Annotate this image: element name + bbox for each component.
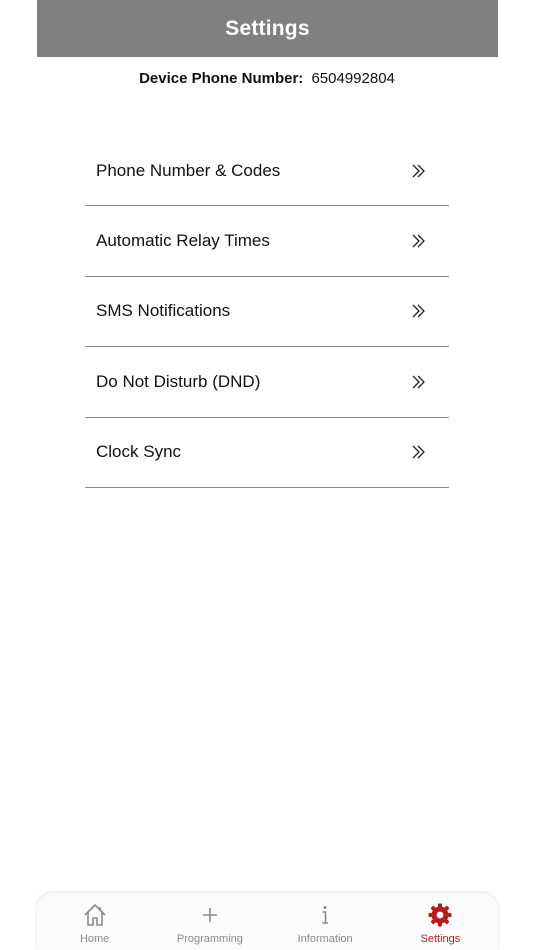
settings-menu: Phone Number & Codes Automatic Relay Tim… — [85, 137, 449, 488]
tab-information[interactable]: Information — [268, 893, 383, 950]
tab-label: Home — [79, 933, 110, 945]
double-chevron-right-icon — [412, 375, 425, 389]
double-chevron-right-icon — [412, 445, 425, 459]
home-icon — [84, 904, 106, 926]
menu-item-automatic-relay-times[interactable]: Automatic Relay Times — [85, 206, 449, 277]
double-chevron-right-icon — [412, 234, 425, 248]
menu-item-phone-number-codes[interactable]: Phone Number & Codes — [85, 137, 449, 206]
bottom-tab-bar: Home Programming Information Settings — [37, 893, 498, 950]
menu-item-label: Do Not Disturb (DND) — [96, 371, 261, 391]
tab-label: Programming — [176, 933, 243, 945]
info-icon — [322, 906, 329, 924]
menu-item-do-not-disturb[interactable]: Do Not Disturb (DND) — [85, 347, 449, 418]
menu-item-sms-notifications[interactable]: SMS Notifications — [85, 277, 449, 347]
tab-home[interactable]: Home — [37, 893, 152, 950]
menu-item-label: Phone Number & Codes — [96, 161, 281, 180]
app-header: Settings — [37, 0, 498, 57]
menu-item-label: Automatic Relay Times — [96, 230, 270, 250]
menu-item-label: SMS Notifications — [96, 301, 231, 321]
page-title: Settings — [225, 16, 310, 40]
tab-settings[interactable]: Settings — [383, 893, 498, 950]
device-phone-value: 6504992804 — [311, 70, 395, 87]
device-phone-label: Device Phone Number: — [139, 70, 304, 87]
plus-icon — [202, 908, 217, 922]
tab-label: Settings — [420, 933, 461, 945]
device-phone-row: Device Phone Number: 6504992804 — [0, 70, 534, 87]
tab-label: Information — [297, 933, 353, 945]
tab-programming[interactable]: Programming — [152, 893, 267, 950]
menu-item-clock-sync[interactable]: Clock Sync — [85, 418, 449, 488]
double-chevron-right-icon — [412, 164, 425, 178]
menu-item-label: Clock Sync — [96, 442, 182, 462]
double-chevron-right-icon — [412, 304, 425, 318]
gear-icon — [428, 903, 452, 927]
